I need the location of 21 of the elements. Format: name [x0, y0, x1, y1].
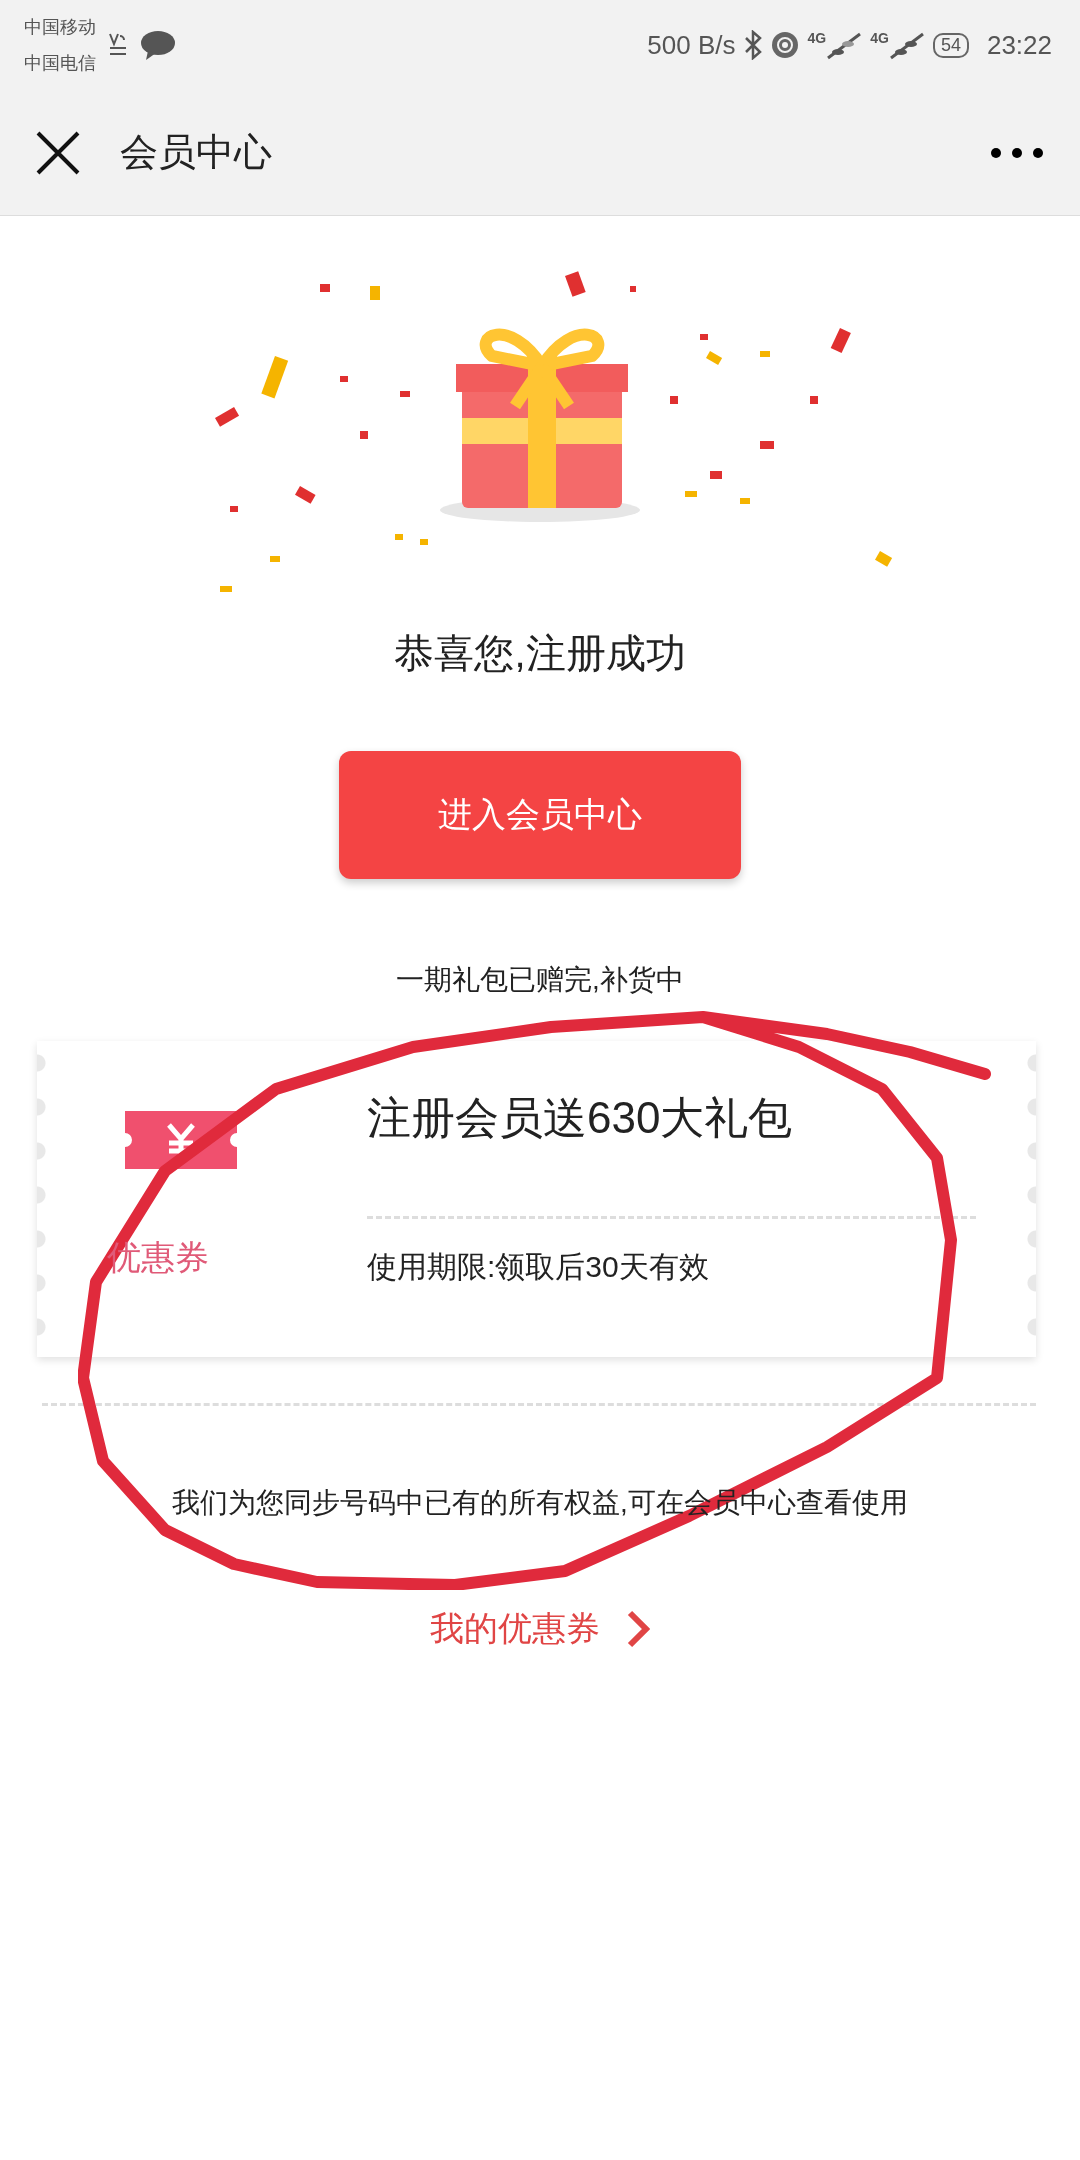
notice-text: 一期礼包已赠完,补货中	[396, 963, 684, 997]
signal-icon	[826, 30, 863, 60]
more-icon[interactable]	[990, 146, 1044, 159]
coupon-title: 注册会员送630大礼包	[367, 1092, 794, 1144]
network-type: 4G	[870, 30, 889, 46]
signal-icon	[888, 30, 925, 60]
clock: 23:22	[986, 29, 1052, 61]
network-speed: 500 B/s	[647, 29, 736, 61]
chevron-right-icon	[626, 1609, 650, 1649]
chat-bubble-icon	[140, 29, 176, 61]
success-message: 恭喜您,注册成功	[394, 630, 686, 677]
carrier-name: 中国电信	[24, 52, 96, 75]
page-title: 会员中心	[120, 130, 273, 175]
carrier-name: 中国移动	[24, 16, 96, 39]
enter-member-center-button[interactable]: 进入会员中心	[339, 751, 741, 879]
battery-icon: 54	[932, 32, 969, 58]
my-coupons-link[interactable]: 我的优惠券	[430, 1606, 650, 1652]
bluetooth-icon	[743, 30, 762, 60]
validity-text: 使用期限:领取后30天有效	[367, 1249, 710, 1285]
close-icon[interactable]	[36, 130, 80, 175]
network-type: 4G	[807, 30, 827, 46]
